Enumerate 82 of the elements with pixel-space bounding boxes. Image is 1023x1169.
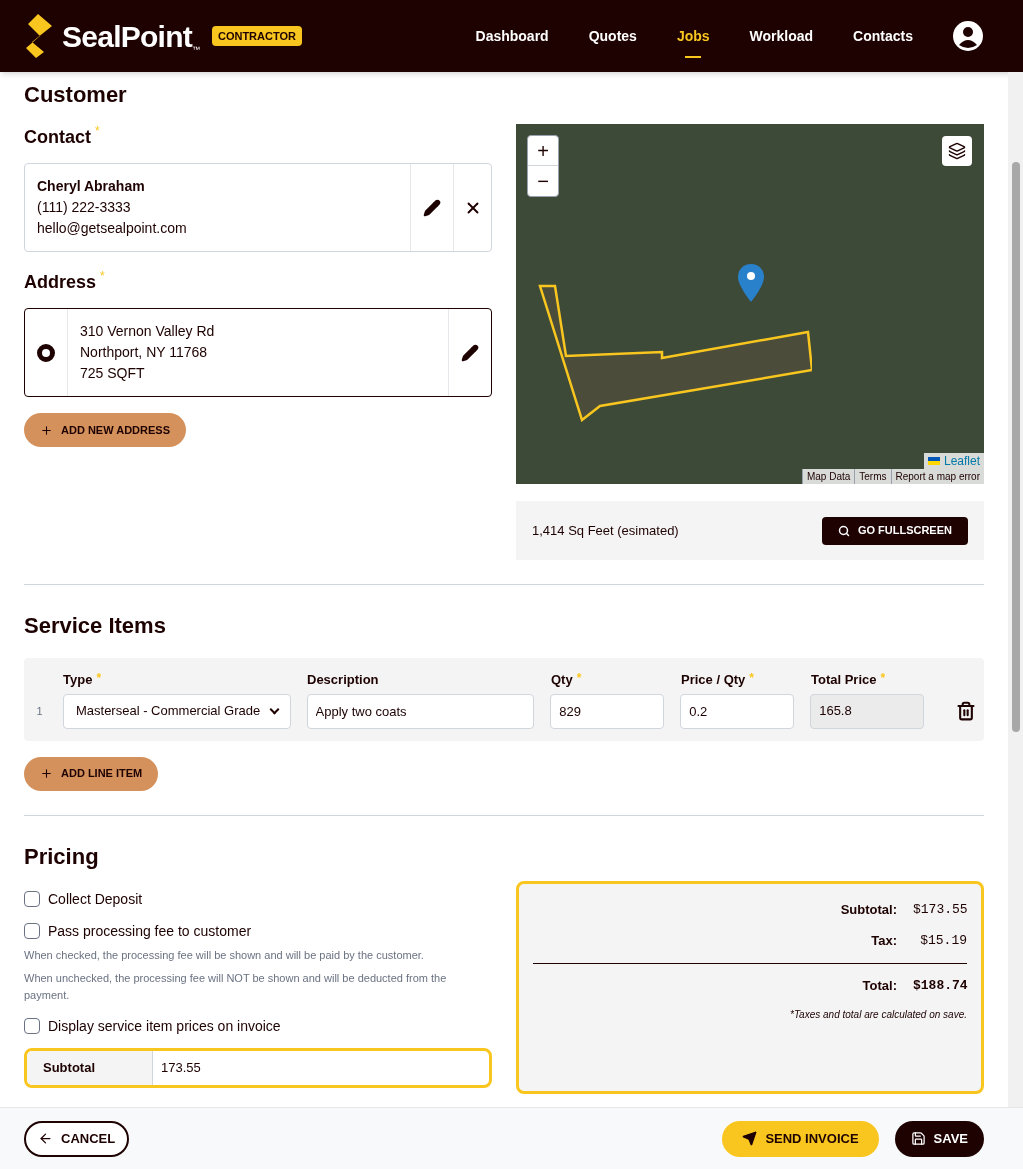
field-label: Qty xyxy=(551,671,573,689)
zoom-in-button[interactable]: + xyxy=(528,136,558,166)
summary-value: $15.19 xyxy=(919,932,967,950)
help-text: When unchecked, the processing fee will NOT be shown and will be deducted from the payment. xyxy=(24,970,448,1003)
subtotal-field[interactable]: Subtotal 173.55 xyxy=(24,1047,492,1088)
add-line-item-button[interactable]: ADD LINE ITEM xyxy=(24,756,159,791)
nav-link[interactable]: Quotes xyxy=(588,18,637,54)
required-mark: * xyxy=(576,670,582,686)
plus-icon xyxy=(40,767,53,780)
subtotal-value: 173.55 xyxy=(152,1050,489,1085)
layers-icon xyxy=(948,142,966,160)
field-label: Address xyxy=(24,271,97,294)
map-link[interactable]: Terms xyxy=(854,469,891,484)
summary-label: Total: xyxy=(862,976,897,995)
checkbox-label: Pass processing fee to customer xyxy=(48,921,252,941)
total-price-display: 165.8 xyxy=(810,693,924,729)
required-mark: * xyxy=(880,670,886,686)
contact-name: Cheryl Abraham xyxy=(37,177,146,196)
summary-value: $173.55 xyxy=(913,900,967,919)
cancel-button[interactable]: CANCEL xyxy=(24,1120,130,1157)
attribution-link[interactable]: Leaflet xyxy=(923,453,984,469)
user-avatar-icon[interactable] xyxy=(953,21,983,51)
summary-label: Tax: xyxy=(871,932,897,950)
field-label: Type xyxy=(63,671,93,689)
summary-value: $188.74 xyxy=(913,976,967,995)
subtotal-label: Subtotal xyxy=(27,1050,152,1085)
price-input[interactable]: 0.2 xyxy=(680,693,795,729)
search-icon xyxy=(837,524,850,537)
checkbox[interactable] xyxy=(24,1017,40,1034)
field-label: Description xyxy=(307,671,379,689)
address-line: Northport, NY 11768 xyxy=(80,343,209,362)
field-label: Price / Qty xyxy=(681,671,746,689)
qty-input[interactable]: 829 xyxy=(550,693,665,729)
save-button[interactable]: SAVE xyxy=(894,1120,984,1157)
nav-link[interactable]: Contacts xyxy=(853,18,913,54)
section-title: Pricing xyxy=(24,842,100,871)
type-select[interactable]: Masterseal - Commercial Grade xyxy=(62,693,291,729)
checkbox-label: Display service item prices on invoice xyxy=(48,1016,281,1036)
description-input[interactable]: Apply two coats xyxy=(306,693,535,729)
checkbox[interactable] xyxy=(24,922,40,939)
nav-link[interactable]: Workload xyxy=(749,18,814,54)
nav-link[interactable]: Dashboard xyxy=(475,18,549,54)
map-link[interactable]: Report a map error xyxy=(890,469,984,484)
row-number: 1 xyxy=(35,703,44,719)
plus-icon xyxy=(40,423,53,437)
required-mark: * xyxy=(96,670,102,686)
address-line: 725 SQFT xyxy=(80,364,146,383)
help-text: When checked, the processing fee will be shown and will be paid by the customer. xyxy=(24,947,425,963)
scrollbar[interactable] xyxy=(1008,72,1023,1107)
brand-name: SealPoint xyxy=(62,18,192,55)
section-title: Customer xyxy=(24,81,128,109)
section-title: Service Items xyxy=(24,612,167,640)
field-label: Contact xyxy=(24,126,91,149)
field-label: Total Price xyxy=(811,671,877,689)
area-estimate: 1,414 Sq Feet (esimated) xyxy=(532,521,679,540)
summary-label: Subtotal: xyxy=(840,900,897,919)
address-line: 310 Vernon Valley Rd xyxy=(80,322,216,341)
trash-icon xyxy=(956,701,976,721)
flag-icon xyxy=(927,457,940,465)
zoom-out-button[interactable]: − xyxy=(528,166,558,196)
map-link[interactable]: Map Data xyxy=(801,469,855,484)
send-invoice-button[interactable]: SEND INVOICE xyxy=(722,1120,879,1157)
checkbox[interactable] xyxy=(24,890,40,907)
calculation-note: *Taxes and total are calculated on save. xyxy=(789,1008,967,1022)
add-address-button[interactable]: ADD NEW ADDRESS xyxy=(24,413,186,447)
required-mark: * xyxy=(749,670,754,686)
required-mark: * xyxy=(95,123,100,139)
checkbox-label: Collect Deposit xyxy=(48,889,143,909)
address-radio[interactable] xyxy=(37,343,55,362)
map-marker-icon[interactable] xyxy=(738,264,764,302)
required-mark: * xyxy=(100,268,105,284)
logo-icon xyxy=(24,12,54,60)
paper-plane-icon xyxy=(742,1131,758,1146)
layers-button[interactable] xyxy=(942,136,972,166)
delete-button[interactable] xyxy=(956,701,976,721)
contact-phone: (111) 222-3333 xyxy=(37,198,132,217)
trademark: ™ xyxy=(191,45,200,56)
contact-email: hello@getsealpoint.com xyxy=(37,219,188,238)
fullscreen-button[interactable]: GO FULLSCREEN xyxy=(821,516,968,545)
pencil-icon xyxy=(423,198,441,217)
pencil-icon xyxy=(461,343,479,362)
contractor-badge: CONTRACTOR xyxy=(211,25,302,47)
